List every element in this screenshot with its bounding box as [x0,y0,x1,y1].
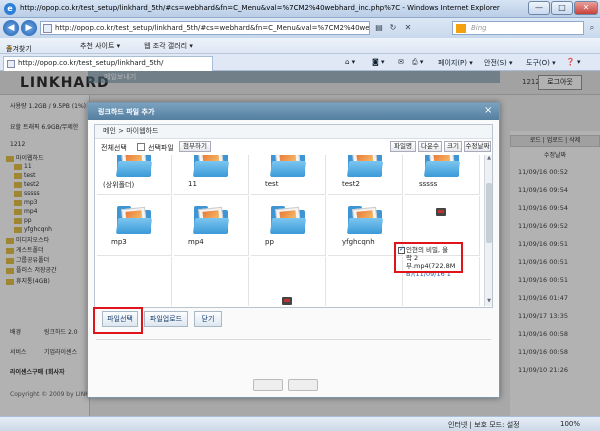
url-input[interactable]: http://opop.co.kr/test_setup/linkhard_5t… [40,21,370,35]
close-window-button[interactable]: ✕ [574,1,598,15]
scroll-up-icon[interactable]: ▲ [485,155,493,162]
video-file-icon [436,208,446,216]
dialog-close-icon[interactable]: × [484,105,492,116]
forward-button[interactable]: ▶ [21,20,37,36]
scroll-thumb[interactable] [486,183,492,243]
folder-icon [346,155,384,177]
folder-item[interactable]: test [251,155,326,195]
folder-label: mp3 [111,238,127,246]
folder-icon [115,206,153,234]
maximize-button[interactable]: □ [551,1,573,15]
tab-bar: http://opop.co.kr/test_setup/linkhard_5t… [0,54,600,71]
folder-label: pp [265,238,274,246]
folder-icon [269,206,307,234]
folder-item[interactable]: test2 [328,155,403,195]
scroll-down-icon[interactable]: ▼ [485,298,493,305]
folder-item[interactable]: mp4 [174,196,249,256]
divider [96,339,491,340]
folder-item[interactable]: (상위폴더) [97,155,172,195]
tab-label: http://opop.co.kr/test_setup/linkhard_5t… [18,59,164,67]
highlight-selected-file [394,242,463,273]
folder-item[interactable]: sssss [405,155,480,195]
folder-icon [269,155,307,177]
grid-cell [328,257,403,306]
select-all-label[interactable]: 전체선택 [101,143,127,153]
folder-label: yfghcqnh [342,238,375,246]
back-button[interactable]: ◀ [3,20,19,36]
dialog-button-row: 파일선택 파일업로드 닫기 [88,311,499,329]
file-grid: (상위폴더) 11 test test2 sssss mp3 mp4 pp yf… [97,155,482,306]
folder-icon [346,206,384,234]
sort-downloads-button[interactable]: 다운수 [418,141,442,152]
grid-cell[interactable] [251,257,326,306]
search-icon[interactable]: ⌕ [586,22,598,34]
folder-item[interactable]: mp3 [97,196,172,256]
url-text: http://opop.co.kr/test_setup/linkhard_5t… [55,24,370,32]
address-bar: ◀ ▶ http://opop.co.kr/test_setup/linkhar… [0,18,600,38]
home-icon[interactable]: ⌂ ▾ [345,58,355,66]
feeds-icon[interactable]: ◙ ▾ [372,58,385,66]
folder-item[interactable]: 11 [174,155,249,195]
search-placeholder: Bing [471,24,487,32]
folder-label: sssss [419,180,438,188]
folder-label: 11 [188,180,197,188]
sort-date-button[interactable]: 수정날짜 [464,141,491,152]
file-icon [282,297,292,305]
folder-icon [192,155,230,177]
zoom-level[interactable]: 100% [560,420,580,428]
page-icon [43,24,52,33]
folder-label: test [265,180,279,188]
file-toolbar: 전체선택 선택파일 첨부하기 파일명 다운수 크기 수정날짜 [95,140,492,154]
folder-icon [115,155,153,177]
grid-cell [174,257,249,306]
select-file-checkbox[interactable] [137,143,145,151]
internet-zone: 인터넷 | 보호 모드: 설정 [448,421,520,429]
dialog-title: 링크하드 파일 추가 [98,108,155,116]
refresh-icon[interactable]: ↻ [387,22,399,34]
favorites-bar: ★ 즐겨찾기 추천 사이트 ▾ 웹 조각 갤러리 ▾ [0,38,600,54]
search-input[interactable]: Bing [452,21,584,35]
upload-file-button[interactable]: 파일업로드 [144,311,188,327]
grid-scrollbar[interactable]: ▲ ▼ [484,155,492,306]
grid-cell [97,257,172,306]
minimize-button[interactable]: — [528,1,550,15]
window-title: http://opop.co.kr/test_setup/linkhard_5t… [20,4,500,12]
print-icon[interactable]: ⎙ ▾ [412,58,423,67]
folder-item[interactable]: pp [251,196,326,256]
folder-icon [192,206,230,234]
hidden-button[interactable] [288,379,318,391]
tools-menu[interactable]: 도구(O) ▾ [526,58,556,68]
hidden-button[interactable] [253,379,283,391]
browser-tab[interactable]: http://opop.co.kr/test_setup/linkhard_5t… [3,56,213,71]
file-add-dialog: 링크하드 파일 추가 × 메인 > 마이웹하드 전체선택 선택파일 첨부하기 파… [87,102,500,398]
attach-button[interactable]: 첨부하기 [179,141,211,152]
highlight-select-button [93,307,143,334]
help-icon[interactable]: ❓ ▾ [566,58,580,66]
status-bar: 인터넷 | 보호 모드: 설정 100% [0,416,600,431]
file-browser: 메인 > 마이웹하드 전체선택 선택파일 첨부하기 파일명 다운수 크기 수정날… [94,124,493,308]
safety-menu[interactable]: 안전(S) ▾ [484,58,513,68]
breadcrumb: 메인 > 마이웹하드 [95,125,492,139]
sort-size-button[interactable]: 크기 [444,141,462,152]
folder-icon [423,155,461,177]
close-dialog-button[interactable]: 닫기 [194,311,222,327]
bing-icon [456,24,466,33]
suggested-sites-button[interactable]: 추천 사이트 ▾ [80,41,120,51]
window-titlebar: e http://opop.co.kr/test_setup/linkhard_… [0,0,600,18]
page-menu[interactable]: 페이지(P) ▾ [438,58,473,68]
folder-label: mp4 [188,238,204,246]
compat-view-icon[interactable]: ▤ [373,22,385,34]
dialog-titlebar: 링크하드 파일 추가 × [88,103,499,120]
ie-logo-icon: e [4,3,16,15]
sort-filename-button[interactable]: 파일명 [390,141,416,152]
web-slice-gallery-button[interactable]: 웹 조각 갤러리 ▾ [144,41,193,51]
mail-icon[interactable]: ✉ [398,58,404,66]
stop-icon[interactable]: ✕ [402,22,414,34]
tab-page-icon [7,60,15,68]
folder-label: test2 [342,180,360,188]
favorites-label: 즐겨찾기 [6,45,32,53]
folder-item[interactable]: yfghcqnh [328,196,403,256]
folder-label: (상위폴더) [103,181,135,189]
select-file-label: 선택파일 [148,144,174,152]
